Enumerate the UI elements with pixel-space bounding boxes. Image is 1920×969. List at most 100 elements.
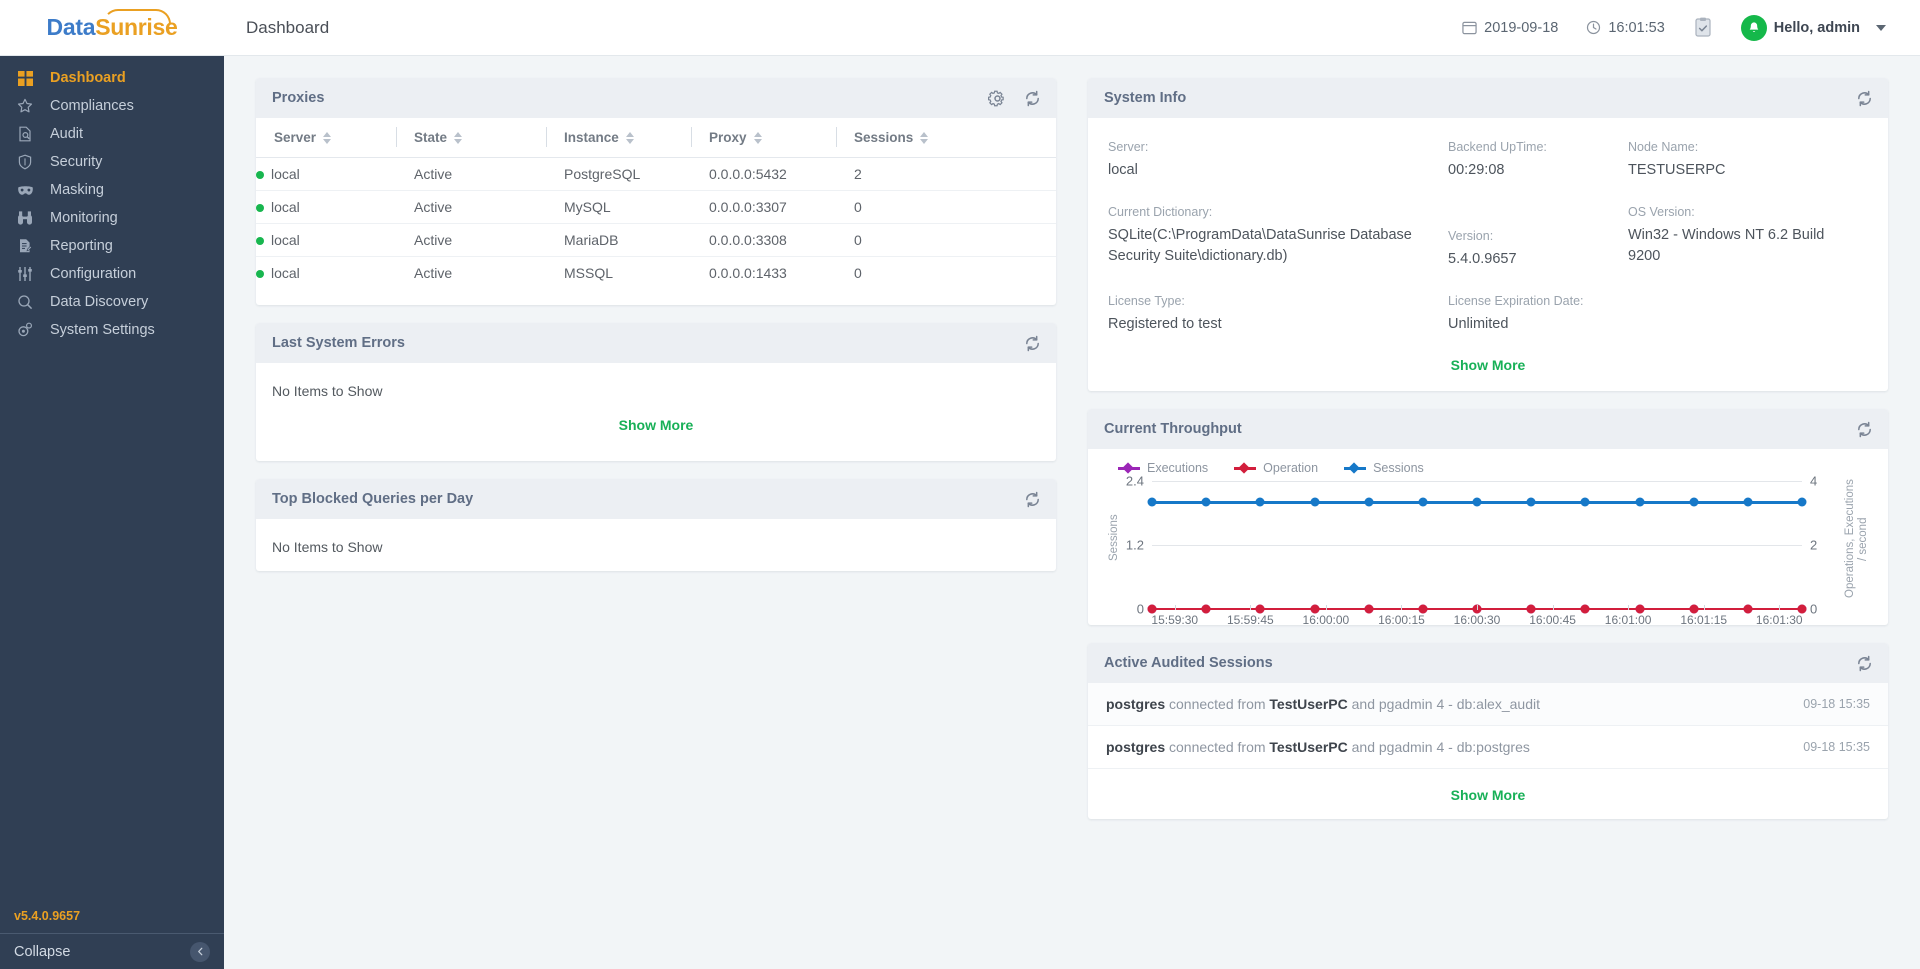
column-label: Proxy [709, 130, 747, 145]
x-tick-label: 15:59:45 [1226, 613, 1274, 628]
sidebar-label: Configuration [50, 265, 137, 282]
star-icon [14, 98, 36, 114]
legend-item[interactable]: Operation [1234, 461, 1318, 475]
logo-arc-icon [102, 9, 171, 24]
sidebar-item-masking[interactable]: Masking [0, 176, 224, 204]
sidebar-item-data-discovery[interactable]: Data Discovery [0, 288, 224, 316]
show-more-link[interactable]: Show More [256, 399, 1056, 449]
chevron-left-icon[interactable] [190, 941, 210, 962]
proxies-panel: Proxies Server State Instance Proxy Sess… [256, 78, 1056, 305]
app-logo[interactable]: DataSunrise [0, 0, 224, 56]
data-point[interactable] [1472, 497, 1482, 507]
current-throughput-panel: Current Throughput Executions Operation Se… [1088, 409, 1888, 628]
last-system-errors-header: Last System Errors [256, 323, 1056, 363]
column-header-server[interactable]: Server [256, 118, 396, 158]
sidebar-item-reporting[interactable]: Reporting [0, 232, 224, 260]
top-bar: DataSunrise Dashboard 2019-09-18 16:01:5… [0, 0, 1920, 56]
column-header-state[interactable]: State [396, 118, 546, 158]
active-sessions-header: Active Audited Sessions [1088, 643, 1888, 684]
data-point[interactable] [1147, 497, 1157, 507]
table-row[interactable]: local Active MySQL 0.0.0.0:3307 0 [256, 190, 1056, 224]
system-info-title: System Info [1104, 90, 1187, 106]
user-menu[interactable]: Hello, admin [1727, 0, 1900, 56]
column-header-instance[interactable]: Instance [546, 118, 691, 158]
user-greeting: Hello, admin [1773, 19, 1860, 36]
cell-server: local [256, 190, 396, 224]
session-row[interactable]: postgres connected from TestUserPC and p… [1088, 683, 1888, 727]
table-row[interactable]: local Active MariaDB 0.0.0.0:3308 0 [256, 223, 1056, 257]
sidebar-item-audit[interactable]: Audit [0, 120, 224, 148]
empty-message: No Items to Show [272, 383, 383, 399]
field-label: Version: [1448, 229, 1494, 244]
sidebar-item-security[interactable]: Security [0, 148, 224, 176]
sessions-list: postgres connected from TestUserPC and p… [1088, 683, 1888, 770]
data-point[interactable] [1255, 497, 1265, 507]
refresh-icon[interactable] [1855, 654, 1874, 673]
y-axis-label-left: Sessions [1108, 514, 1120, 562]
table-row[interactable]: local Active MSSQL 0.0.0.0:1433 0 [256, 257, 1056, 290]
tasks-button[interactable] [1679, 0, 1727, 56]
data-point[interactable] [1743, 497, 1753, 507]
column-header-sessions[interactable]: Sessions [836, 118, 1056, 158]
show-more-link[interactable]: Show More [1088, 769, 1888, 819]
field-current-dictionary: Current Dictionary: SQLite(C:\ProgramDat… [1108, 205, 1448, 292]
data-point[interactable] [1526, 497, 1536, 507]
sidebar-label: Audit [50, 125, 84, 142]
right-column: System Info Server: local Backend UpTime… [1088, 78, 1888, 820]
refresh-icon[interactable] [1855, 420, 1874, 439]
refresh-icon[interactable] [1023, 89, 1042, 108]
data-point[interactable] [1364, 497, 1374, 507]
cell-state: Active [396, 190, 546, 224]
sort-arrows-icon[interactable] [625, 131, 634, 144]
legend-item[interactable]: Sessions [1344, 461, 1424, 475]
cell-instance: MariaDB [546, 223, 691, 257]
field-spacer [1628, 294, 1868, 357]
cell-text: local [271, 232, 300, 248]
sidebar-item-system-settings[interactable]: System Settings [0, 316, 224, 344]
field-license-expiration: License Expiration Date: Unlimited [1448, 294, 1628, 357]
notification-bell-icon[interactable] [1740, 14, 1767, 41]
refresh-icon[interactable] [1023, 490, 1042, 509]
session-row[interactable]: postgres connected from TestUserPC and p… [1088, 726, 1888, 770]
cell-sessions: 0 [854, 265, 862, 281]
table-row[interactable]: local Active PostgreSQL 0.0.0.0:5432 2 [256, 157, 1056, 191]
y-tick-label: 0 [1136, 601, 1144, 617]
data-point[interactable] [1689, 497, 1699, 507]
sidebar-item-monitoring[interactable]: Monitoring [0, 204, 224, 232]
status-dot-icon [256, 204, 264, 213]
data-point[interactable] [1635, 497, 1644, 507]
empty-message: No Items to Show [272, 539, 383, 555]
refresh-icon[interactable] [1855, 89, 1874, 108]
audit-icon [14, 126, 36, 142]
column-header-proxy[interactable]: Proxy [691, 118, 836, 158]
field-label: Server: [1108, 140, 1149, 154]
sidebar-item-configuration[interactable]: Configuration [0, 260, 224, 288]
x-tick-mark [1477, 605, 1478, 611]
refresh-icon[interactable] [1023, 334, 1042, 353]
collapse-sidebar-button[interactable]: Collapse [0, 933, 224, 969]
sort-arrows-icon[interactable] [454, 131, 463, 144]
report-icon [14, 238, 36, 254]
date-text: 2019-09-18 [1484, 19, 1559, 36]
x-tick-label: 16:00:45 [1529, 613, 1576, 628]
sort-arrows-icon[interactable] [920, 131, 929, 144]
field-value: Unlimited [1448, 316, 1509, 333]
data-point[interactable] [1418, 497, 1428, 507]
session-text: postgres connected from TestUserPC and p… [1106, 739, 1530, 756]
status-dot-icon [256, 270, 264, 279]
sort-arrows-icon[interactable] [753, 131, 762, 144]
sidebar-item-compliances[interactable]: Compliances [0, 92, 224, 120]
field-label: License Type: [1108, 294, 1185, 309]
gear-icon[interactable] [988, 89, 1007, 108]
data-point[interactable] [1580, 497, 1590, 507]
data-point[interactable] [1310, 497, 1319, 507]
chevron-down-icon[interactable] [1876, 24, 1886, 31]
collapse-label: Collapse [14, 943, 71, 960]
data-point[interactable] [1797, 497, 1807, 507]
show-more-link[interactable]: Show More [1088, 357, 1888, 391]
top-blocked-queries-panel: Top Blocked Queries per Day No Items to … [256, 479, 1056, 571]
sort-arrows-icon[interactable] [323, 131, 332, 144]
sidebar-item-dashboard[interactable]: Dashboard [0, 64, 224, 92]
data-point[interactable] [1201, 497, 1211, 507]
grid-line [1152, 481, 1802, 483]
